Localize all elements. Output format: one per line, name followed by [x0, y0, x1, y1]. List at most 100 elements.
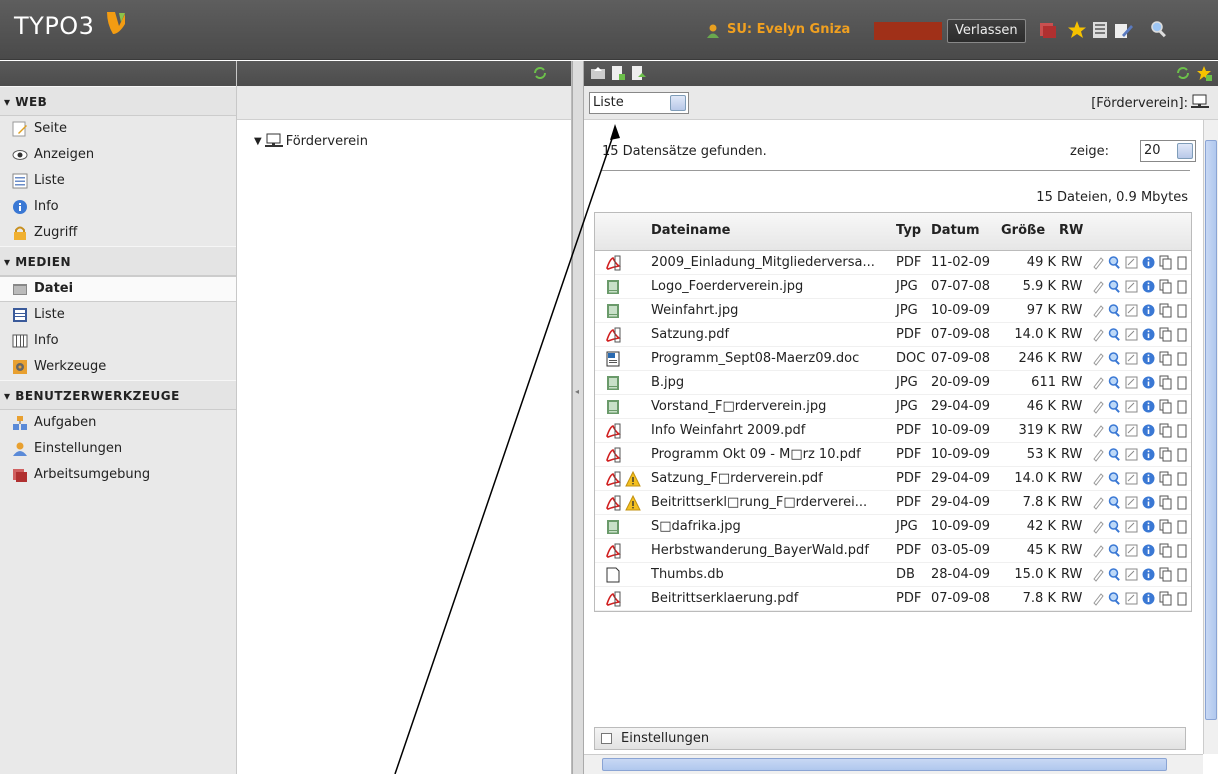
- pdf-icon[interactable]: [605, 471, 621, 487]
- rename-icon[interactable]: [1125, 423, 1138, 438]
- table-row[interactable]: Herbstwanderung_BayerWald.pdf PDF 03-05-09…: [595, 539, 1191, 563]
- table-row[interactable]: Beitrittserkl□rung_F□rderverei... PDF 29-0…: [595, 491, 1191, 515]
- file-name-link[interactable]: Logo_Foerderverein.jpg: [651, 279, 803, 294]
- doc-icon[interactable]: [605, 351, 621, 367]
- folder-up-icon[interactable]: [590, 65, 606, 81]
- rename-icon[interactable]: [1125, 591, 1138, 606]
- search-icon[interactable]: [1108, 471, 1121, 486]
- delete-icon[interactable]: [1176, 543, 1189, 558]
- delete-icon[interactable]: [1176, 447, 1189, 462]
- search-icon[interactable]: [1108, 567, 1121, 582]
- edit-pencil-icon[interactable]: [1091, 303, 1104, 318]
- info-icon[interactable]: [1142, 495, 1155, 510]
- edit-pencil-icon[interactable]: [1091, 567, 1104, 582]
- copy-icon[interactable]: [1159, 423, 1172, 438]
- delete-icon[interactable]: [1176, 327, 1189, 342]
- file-name-link[interactable]: Beitrittserklaerung.pdf: [651, 591, 798, 606]
- file-name-link[interactable]: B.jpg: [651, 375, 684, 390]
- edit-pencil-icon[interactable]: [1091, 255, 1104, 270]
- copy-icon[interactable]: [1159, 303, 1172, 318]
- add-shortcut-star-icon[interactable]: [1196, 65, 1212, 81]
- menu-item-zugriff[interactable]: Zugriff: [0, 220, 236, 246]
- table-row[interactable]: S□dafrika.jpg JPG 10-09-09 42 K RW: [595, 515, 1191, 539]
- rename-icon[interactable]: [1125, 471, 1138, 486]
- column-header-dateiname[interactable]: Dateiname: [651, 223, 730, 238]
- copy-icon[interactable]: [1159, 255, 1172, 270]
- table-row[interactable]: Thumbs.db DB 28-04-09 15.0 K RW: [595, 563, 1191, 587]
- vertical-scrollbar[interactable]: [1203, 120, 1218, 754]
- file-name-link[interactable]: Thumbs.db: [651, 567, 724, 582]
- menu-item-anzeigen[interactable]: Anzeigen: [0, 142, 236, 168]
- search-icon[interactable]: [1108, 399, 1121, 414]
- edit-pencil-icon[interactable]: [1091, 399, 1104, 414]
- scroll-thumb[interactable]: [602, 758, 1167, 771]
- file-name-link[interactable]: Info Weinfahrt 2009.pdf: [651, 423, 805, 438]
- delete-icon[interactable]: [1176, 423, 1189, 438]
- info-icon[interactable]: [1142, 543, 1155, 558]
- edit-pencil-icon[interactable]: [1091, 375, 1104, 390]
- delete-icon[interactable]: [1176, 375, 1189, 390]
- upload-file-icon[interactable]: [630, 65, 646, 81]
- file-name-link[interactable]: Programm Okt 09 - M□rz 10.pdf: [651, 447, 861, 462]
- rename-icon[interactable]: [1125, 447, 1138, 462]
- file-name-link[interactable]: Satzung_F□rderverein.pdf: [651, 471, 823, 486]
- search-icon[interactable]: [1108, 495, 1121, 510]
- edit-pencil-icon[interactable]: [1091, 447, 1104, 462]
- info-icon[interactable]: [1142, 279, 1155, 294]
- file-name-link[interactable]: S□dafrika.jpg: [651, 519, 741, 534]
- copy-icon[interactable]: [1159, 351, 1172, 366]
- rename-icon[interactable]: [1125, 375, 1138, 390]
- expand-icon[interactable]: [601, 733, 612, 744]
- section-web[interactable]: ▾ WEB: [0, 86, 236, 116]
- info-icon[interactable]: [1142, 471, 1155, 486]
- section-benutzerwerkzeuge[interactable]: ▾ BENUTZERWERKZEUGE: [0, 380, 236, 410]
- edit-pencil-icon[interactable]: [1091, 543, 1104, 558]
- rename-icon[interactable]: [1125, 327, 1138, 342]
- edit-pencil-icon[interactable]: [1091, 351, 1104, 366]
- menu-item-seite[interactable]: Seite: [0, 116, 236, 142]
- pane-splitter[interactable]: ◂: [572, 61, 584, 774]
- rename-icon[interactable]: [1125, 255, 1138, 270]
- menu-item-arbeitsumgebung[interactable]: Arbeitsumgebung: [0, 462, 236, 488]
- delete-icon[interactable]: [1176, 519, 1189, 534]
- copy-icon[interactable]: [1159, 279, 1172, 294]
- copy-icon[interactable]: [1159, 327, 1172, 342]
- tree-node-label[interactable]: Förderverein: [286, 134, 368, 149]
- rename-icon[interactable]: [1125, 303, 1138, 318]
- table-row[interactable]: Programm Okt 09 - M□rz 10.pdf PDF 10-09-09…: [595, 443, 1191, 467]
- rename-icon[interactable]: [1125, 495, 1138, 510]
- menu-item-info-medien[interactable]: Info: [0, 328, 236, 354]
- table-row[interactable]: Programm_Sept08-Maerz09.doc DOC 07-09-08 24…: [595, 347, 1191, 371]
- file-icon[interactable]: [605, 567, 621, 583]
- bookmark-star-icon[interactable]: [1066, 19, 1088, 41]
- info-icon[interactable]: [1142, 351, 1155, 366]
- collapse-arrow-icon[interactable]: ◂: [575, 387, 579, 396]
- menu-item-aufgaben[interactable]: Aufgaben: [0, 410, 236, 436]
- edit-pencil-icon[interactable]: [1091, 423, 1104, 438]
- info-icon[interactable]: [1142, 303, 1155, 318]
- copy-icon[interactable]: [1159, 375, 1172, 390]
- image-icon[interactable]: [605, 303, 621, 319]
- image-icon[interactable]: [605, 375, 621, 391]
- table-row[interactable]: Satzung_F□rderverein.pdf PDF 29-04-09 14.0 …: [595, 467, 1191, 491]
- delete-icon[interactable]: [1176, 471, 1189, 486]
- table-row[interactable]: 2009_Einladung_Mitgliederversa... PDF 11-0…: [595, 251, 1191, 275]
- copy-icon[interactable]: [1159, 543, 1172, 558]
- collapse-triangle-icon[interactable]: ▼: [254, 136, 262, 147]
- info-icon[interactable]: [1142, 255, 1155, 270]
- section-medien[interactable]: ▾ MEDIEN: [0, 246, 236, 276]
- info-icon[interactable]: [1142, 567, 1155, 582]
- typo3-logo[interactable]: TYPO3: [14, 12, 94, 40]
- image-icon[interactable]: [605, 279, 621, 295]
- info-icon[interactable]: [1142, 519, 1155, 534]
- file-name-link[interactable]: 2009_Einladung_Mitgliederversa...: [651, 255, 875, 270]
- copy-icon[interactable]: [1159, 399, 1172, 414]
- chevron-down-icon[interactable]: [670, 95, 686, 111]
- clear-cache-icon[interactable]: [1091, 19, 1113, 41]
- info-icon[interactable]: [1142, 423, 1155, 438]
- rename-icon[interactable]: [1125, 519, 1138, 534]
- search-icon[interactable]: [1148, 19, 1170, 41]
- search-icon[interactable]: [1108, 255, 1121, 270]
- rename-icon[interactable]: [1125, 279, 1138, 294]
- table-row[interactable]: B.jpg JPG 20-09-09 611 RW: [595, 371, 1191, 395]
